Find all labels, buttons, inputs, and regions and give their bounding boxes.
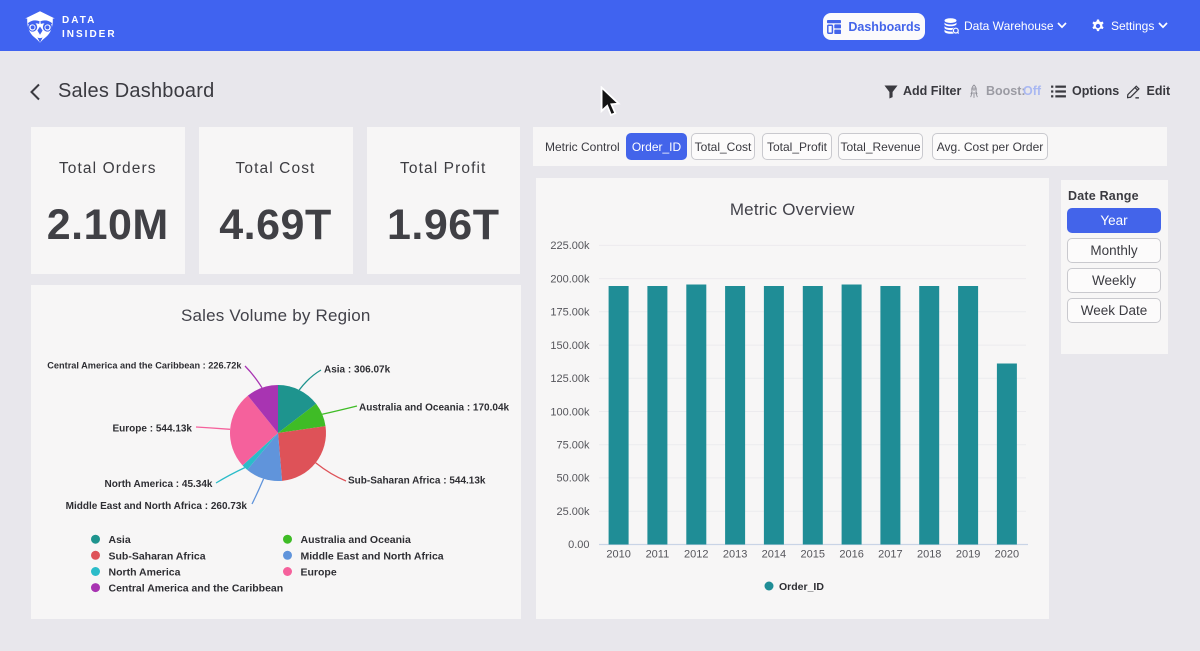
svg-text:75.00k: 75.00k <box>556 440 590 452</box>
svg-text:0.00: 0.00 <box>568 539 589 551</box>
svg-text:Sub-Saharan Africa : 544.13k: Sub-Saharan Africa : 544.13k <box>348 476 486 487</box>
svg-text:Middle East and North Africa :: Middle East and North Africa : 260.73k <box>66 501 248 512</box>
svg-text:150.00k: 150.00k <box>550 340 590 352</box>
svg-text:2019: 2019 <box>956 549 980 561</box>
svg-text:2018: 2018 <box>917 549 941 561</box>
svg-text:Middle East and North Africa: Middle East and North Africa <box>301 550 444 562</box>
svg-text:2014: 2014 <box>762 549 786 561</box>
svg-text:Central America and the Caribb: Central America and the Caribbean : 226.… <box>47 361 242 371</box>
svg-text:Asia: Asia <box>109 534 131 546</box>
svg-text:225.00k: 225.00k <box>550 240 590 252</box>
svg-text:50.00k: 50.00k <box>556 473 590 485</box>
svg-text:Australia and Oceania: Australia and Oceania <box>301 534 411 546</box>
svg-text:100.00k: 100.00k <box>550 406 590 418</box>
svg-text:Order_ID: Order_ID <box>779 581 824 593</box>
svg-text:2015: 2015 <box>801 549 825 561</box>
svg-text:2013: 2013 <box>723 549 747 561</box>
svg-text:Sub-Saharan Africa: Sub-Saharan Africa <box>109 550 206 562</box>
svg-text:2020: 2020 <box>995 549 1019 561</box>
svg-text:125.00k: 125.00k <box>550 373 590 385</box>
svg-text:200.00k: 200.00k <box>550 273 590 285</box>
svg-text:2012: 2012 <box>684 549 708 561</box>
svg-text:Europe : 544.13k: Europe : 544.13k <box>113 424 193 435</box>
svg-text:2010: 2010 <box>606 549 630 561</box>
svg-text:175.00k: 175.00k <box>550 307 590 319</box>
svg-text:North America: North America <box>109 567 181 579</box>
svg-text:North America : 45.34k: North America : 45.34k <box>104 479 212 490</box>
svg-text:2011: 2011 <box>646 549 670 561</box>
svg-text:2016: 2016 <box>839 549 863 561</box>
svg-text:Asia : 306.07k: Asia : 306.07k <box>324 365 391 376</box>
svg-text:25.00k: 25.00k <box>556 506 590 518</box>
svg-text:Europe: Europe <box>301 567 337 579</box>
svg-text:2017: 2017 <box>878 549 902 561</box>
svg-text:Central America and the Caribb: Central America and the Caribbean <box>109 583 284 595</box>
svg-text:Australia and Oceania : 170.04: Australia and Oceania : 170.04k <box>359 403 510 414</box>
